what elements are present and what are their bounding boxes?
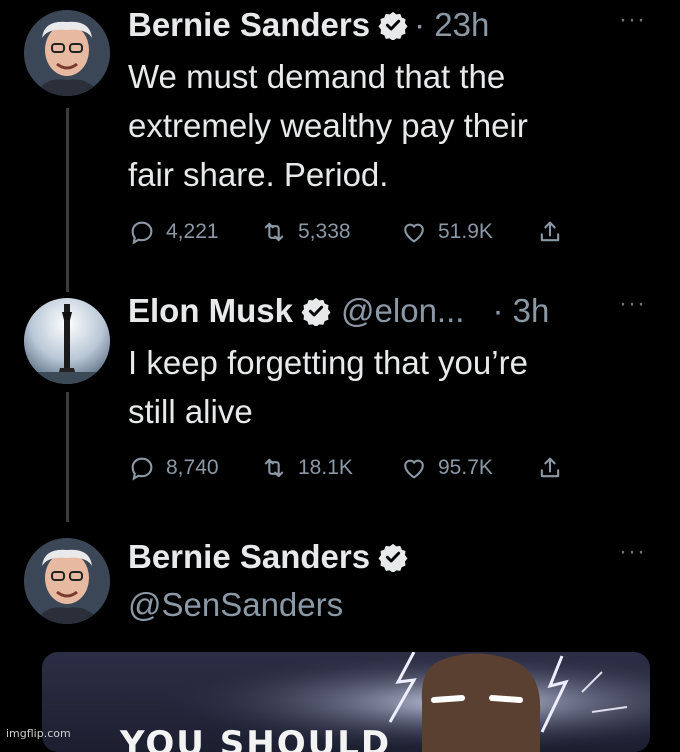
share-button[interactable] [536,454,574,482]
author-handle[interactable]: @SenSanders [128,586,343,624]
elon-avatar[interactable] [24,298,110,384]
thread-line [66,392,69,522]
verified-badge-icon [378,10,408,41]
retweet-button[interactable]: 18.1K [260,454,400,482]
tweet-1[interactable]: Bernie Sanders · 23h ··· We must demand … [0,0,680,292]
verified-badge-icon [378,542,408,573]
tweet-text-line: still alive [128,393,253,430]
tweet-header: Bernie Sanders [128,538,408,576]
bernie-avatar[interactable] [24,538,110,624]
retweet-count: 5,338 [298,220,351,243]
author-name[interactable]: Bernie Sanders [128,6,370,44]
reply-count: 4,221 [166,220,219,243]
like-button[interactable]: 95.7K [400,454,536,482]
tweet-text-line: We must demand that the [128,58,506,95]
thread-line [66,108,69,292]
heart-icon [404,223,424,243]
tweet-2[interactable]: Elon Musk @elon... · 3h ··· I keep forge… [0,290,680,530]
timestamp[interactable]: · 23h [414,6,489,44]
more-options-icon[interactable]: ··· [619,538,646,566]
tweet-actions: 4,221 5,338 51.9K [128,218,574,246]
heart-icon [404,459,424,479]
reply-button[interactable]: 8,740 [128,454,260,482]
bernie-avatar[interactable] [24,10,110,96]
more-options-icon[interactable]: ··· [619,6,646,34]
retweet-icon [264,222,284,242]
reply-count: 8,740 [166,456,219,479]
author-name[interactable]: Elon Musk [128,292,293,330]
tweet-text-line: extremely wealthy pay their [128,107,528,144]
tweet-text: I keep forgetting that you’re still aliv… [128,338,528,436]
tweet-actions: 8,740 18.1K 95.7K [128,454,574,482]
media-image[interactable]: YOU SHOULD [42,652,650,752]
author-name[interactable]: Bernie Sanders [128,538,370,576]
reply-icon [131,457,153,481]
author-handle[interactable]: @elon... [341,292,464,330]
tweet-text: We must demand that the extremely wealth… [128,52,528,199]
like-count: 51.9K [438,220,493,243]
like-button[interactable]: 51.9K [400,218,536,246]
reply-button[interactable]: 4,221 [128,218,260,246]
imgflip-watermark: imgflip.com [6,727,71,740]
tweet-header: Bernie Sanders · 23h [128,6,489,44]
retweet-button[interactable]: 5,338 [260,218,400,246]
share-button[interactable] [536,218,574,246]
share-icon [540,221,560,242]
tweet-text-line: I keep forgetting that you’re [128,344,528,381]
tweet-header: Elon Musk @elon... · 3h [128,292,549,330]
like-count: 95.7K [438,456,493,479]
reply-icon [131,221,153,245]
retweet-count: 18.1K [298,456,353,479]
media-caption: YOU SHOULD [120,724,392,752]
timestamp[interactable]: · 3h [492,292,549,330]
tweet-text-line: fair share. Period. [128,156,389,193]
verified-badge-icon [301,296,331,327]
retweet-icon [264,458,284,478]
share-icon [540,457,560,478]
more-options-icon[interactable]: ··· [619,290,646,318]
